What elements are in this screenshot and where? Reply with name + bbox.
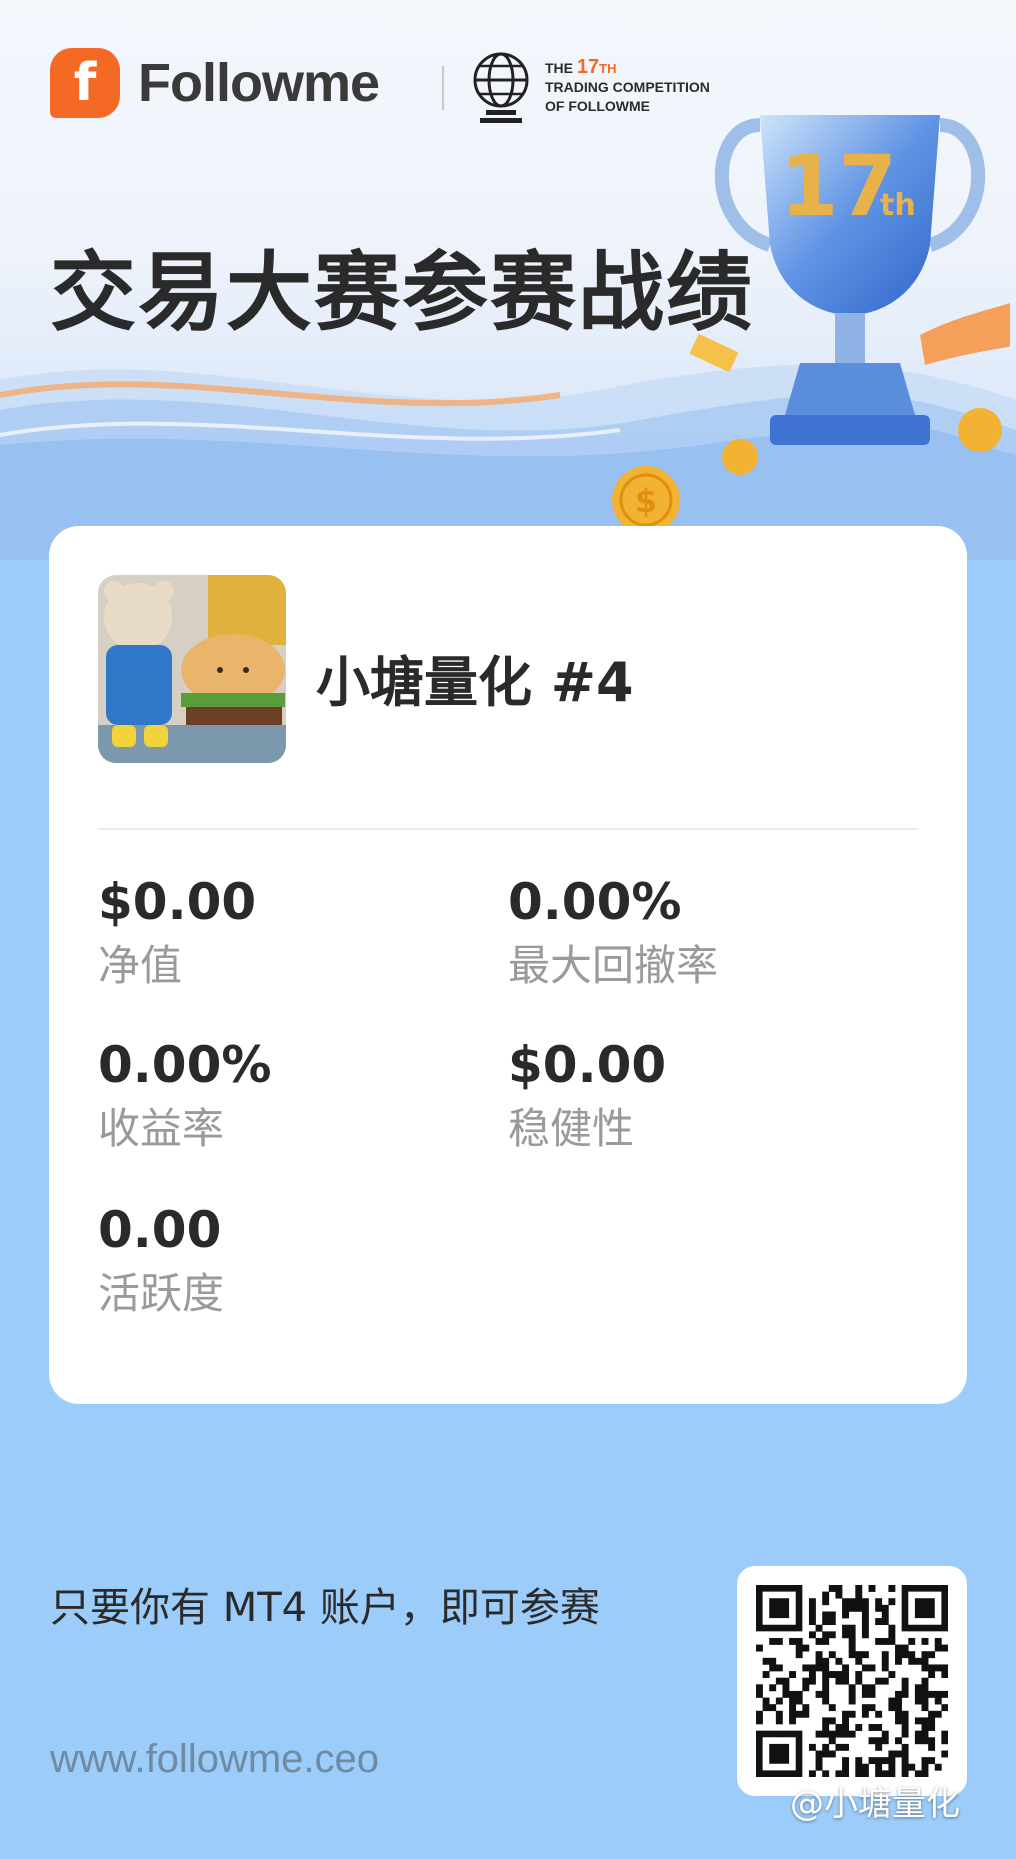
logo-divider [442, 66, 444, 110]
competition-number: 17 [576, 56, 600, 78]
stat-return-rate: 0.00% 收益率 [98, 1035, 458, 1159]
stat-value: $0.00 [98, 873, 257, 931]
stat-label: 稳健性 [508, 1104, 635, 1153]
avatar [98, 575, 286, 763]
globe-icon [473, 52, 529, 123]
stat-equity: $0.00 净值 [98, 872, 458, 996]
avatar-image [98, 575, 286, 763]
stat-label: 最大回撤率 [508, 941, 719, 990]
followme-logo-icon: f [50, 48, 120, 118]
stat-label: 净值 [98, 941, 183, 990]
stat-value: 0.00% [508, 873, 682, 931]
stat-value: 0.00 [98, 1201, 222, 1259]
competition-suffix: TH [599, 61, 617, 76]
qr-code [737, 1566, 967, 1796]
hero-banner: f Followme THE 17TH TRADING COMPETITION … [0, 0, 1016, 560]
stat-stability: $0.00 稳健性 [508, 1035, 868, 1159]
trophy-icon: 17 th [714, 115, 1010, 475]
trader-card: 小塘量化 #4 $0.00 净值 0.00% 最大回撤率 0.00% 收益率 $… [49, 526, 967, 1404]
stat-label: 活跃度 [98, 1269, 225, 1318]
brand-name: Followme [138, 53, 380, 113]
stat-value: $0.00 [508, 1036, 667, 1094]
stat-value: 0.00% [98, 1036, 272, 1094]
stat-label: 收益率 [98, 1104, 225, 1153]
stat-max-drawdown: 0.00% 最大回撤率 [508, 872, 868, 996]
page-title: 交易大赛参赛战绩 [50, 243, 754, 343]
svg-text:$: $ [635, 482, 657, 520]
promo-text: 只要你有 MT4 账户，即可参赛 [50, 1585, 600, 1631]
watermark: @小塘量化 [790, 1784, 960, 1824]
trader-name: 小塘量化 #4 [316, 651, 634, 714]
qr-code-icon [756, 1585, 948, 1777]
stat-activity: 0.00 活跃度 [98, 1200, 458, 1324]
site-url-link[interactable]: www.followme.ceo [50, 1737, 379, 1782]
trophy-suffix: th [880, 188, 916, 223]
competition-the: THE [545, 60, 573, 76]
card-divider [98, 828, 918, 830]
